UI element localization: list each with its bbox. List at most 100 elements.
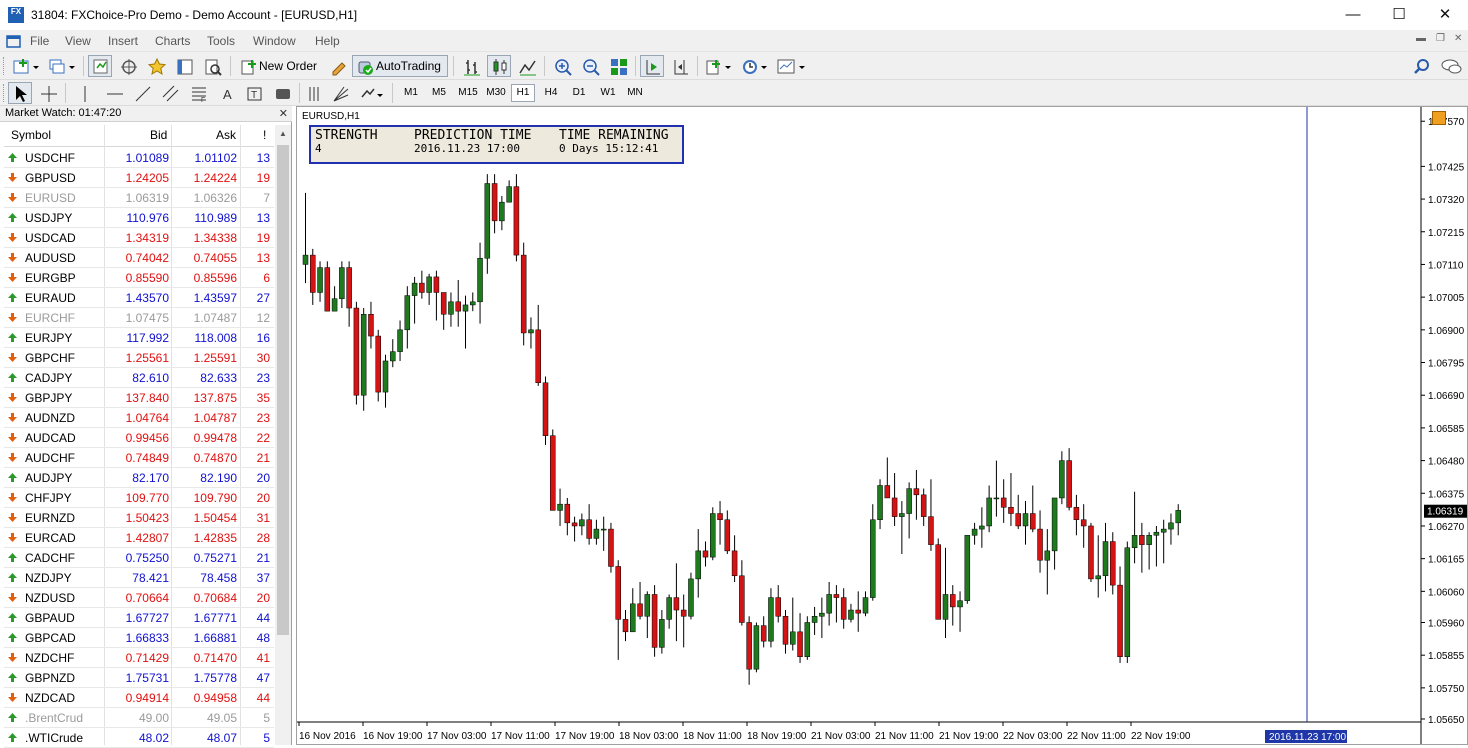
toolbar-grip[interactable] [3, 84, 6, 102]
table-row[interactable]: EURUSD 1.06319 1.06326 7 [4, 188, 274, 208]
market-watch-scrollbar[interactable]: ▲ [275, 125, 291, 745]
gann-fan-icon[interactable] [328, 82, 352, 104]
menu-tools[interactable]: Tools [207, 34, 235, 48]
chart-window-icon[interactable] [6, 33, 22, 49]
table-row[interactable]: NZDCAD 0.94914 0.94958 44 [4, 688, 274, 708]
candlestick-chart-icon[interactable] [487, 55, 511, 77]
table-row[interactable]: USDCHF 1.01089 1.01102 13 [4, 148, 274, 168]
zoom-out-icon[interactable] [578, 55, 602, 77]
templates-button[interactable] [774, 55, 808, 77]
vertical-line-tool-icon[interactable] [72, 82, 96, 104]
period-separators-icon[interactable] [303, 82, 325, 104]
lock-icon[interactable] [1432, 111, 1446, 125]
column-bid[interactable]: Bid [150, 128, 167, 142]
text-tool-icon[interactable]: A [214, 82, 238, 104]
equidistant-channel-icon[interactable] [158, 82, 182, 104]
table-row[interactable]: GBPCHF 1.25561 1.25591 30 [4, 348, 274, 368]
scroll-thumb[interactable] [277, 145, 289, 635]
chart-shift-icon[interactable] [668, 55, 692, 77]
table-row[interactable]: AUDNZD 1.04764 1.04787 23 [4, 408, 274, 428]
table-row[interactable]: .BrentCrud 49.00 49.05 5 [4, 708, 274, 728]
table-row[interactable]: AUDJPY 82.170 82.190 20 [4, 468, 274, 488]
menu-window[interactable]: Window [253, 34, 296, 48]
periods-clock-icon[interactable] [738, 55, 770, 77]
timeframe-w1[interactable]: W1 [596, 84, 620, 102]
navigator-icon[interactable] [116, 55, 140, 77]
menu-insert[interactable]: Insert [108, 34, 138, 48]
mdi-minimize-icon[interactable]: ▬ [1416, 33, 1426, 44]
table-row[interactable]: GBPJPY 137.840 137.875 35 [4, 388, 274, 408]
horizontal-line-tool-icon[interactable] [102, 82, 126, 104]
table-row[interactable]: NZDUSD 0.70664 0.70684 20 [4, 588, 274, 608]
table-row[interactable]: AUDCHF 0.74849 0.74870 21 [4, 448, 274, 468]
timeframe-m30[interactable]: M30 [483, 84, 509, 102]
search-icon[interactable] [1410, 55, 1432, 77]
close-icon[interactable]: ✕ [279, 107, 288, 122]
chat-icon[interactable] [1438, 55, 1464, 77]
table-row[interactable]: EURCAD 1.42807 1.42835 28 [4, 528, 274, 548]
column-spread[interactable]: ! [263, 128, 266, 142]
scroll-up-icon[interactable]: ▲ [275, 125, 291, 143]
terminal-panel-icon[interactable] [172, 55, 196, 77]
indicators-button[interactable] [702, 55, 734, 77]
metaeditor-icon[interactable] [326, 55, 350, 77]
table-row[interactable]: GBPUSD 1.24205 1.24224 19 [4, 168, 274, 188]
new-order-button[interactable]: New Order [236, 55, 322, 77]
menu-view[interactable]: View [65, 34, 91, 48]
arrows-dropdown-icon[interactable] [356, 82, 386, 104]
autotrading-button[interactable]: AutoTrading [352, 55, 448, 77]
table-row[interactable]: .WTICrude 48.02 48.07 5 [4, 728, 274, 748]
strategy-tester-icon[interactable] [200, 55, 224, 77]
table-row[interactable]: EURJPY 117.992 118.008 16 [4, 328, 274, 348]
cursor-tool-icon[interactable] [8, 82, 32, 104]
column-ask[interactable]: Ask [216, 128, 236, 142]
maximize-button[interactable]: ☐ [1376, 0, 1422, 30]
trendline-tool-icon[interactable] [130, 82, 154, 104]
table-row[interactable]: GBPCAD 1.66833 1.66881 48 [4, 628, 274, 648]
table-row[interactable]: EURAUD 1.43570 1.43597 27 [4, 288, 274, 308]
menu-charts[interactable]: Charts [155, 34, 190, 48]
new-chart-button[interactable] [10, 55, 42, 77]
menu-file[interactable]: File [30, 34, 49, 48]
minimize-button[interactable]: — [1330, 0, 1376, 30]
timeframe-h1[interactable]: H1 [511, 84, 535, 102]
line-chart-icon[interactable] [515, 55, 539, 77]
auto-scroll-icon[interactable] [640, 55, 664, 77]
table-row[interactable]: NZDCHF 0.71429 0.71470 41 [4, 648, 274, 668]
crosshair-tool-icon[interactable] [36, 82, 60, 104]
mdi-close-icon[interactable]: ✕ [1454, 33, 1462, 44]
table-row[interactable]: CADCHF 0.75250 0.75271 21 [4, 548, 274, 568]
timeframe-d1[interactable]: D1 [567, 84, 591, 102]
bar-chart-icon[interactable] [459, 55, 483, 77]
table-row[interactable]: NZDJPY 78.421 78.458 37 [4, 568, 274, 588]
table-row[interactable]: GBPAUD 1.67727 1.67771 44 [4, 608, 274, 628]
table-row[interactable]: CADJPY 82.610 82.633 23 [4, 368, 274, 388]
close-button[interactable]: ✕ [1422, 0, 1468, 30]
table-row[interactable]: GBPNZD 1.75731 1.75778 47 [4, 668, 274, 688]
toolbar-grip[interactable] [3, 57, 6, 75]
column-symbol[interactable]: Symbol [11, 128, 51, 142]
table-row[interactable]: CHFJPY 109.770 109.790 20 [4, 488, 274, 508]
timeframe-m1[interactable]: M1 [399, 84, 423, 102]
table-row[interactable]: AUDUSD 0.74042 0.74055 13 [4, 248, 274, 268]
timeframe-h4[interactable]: H4 [539, 84, 563, 102]
table-row[interactable]: AUDCAD 0.99456 0.99478 22 [4, 428, 274, 448]
table-row[interactable]: EURCHF 1.07475 1.07487 12 [4, 308, 274, 328]
table-row[interactable]: EURGBP 0.85590 0.85596 6 [4, 268, 274, 288]
timeframe-m5[interactable]: M5 [427, 84, 451, 102]
text-label-tool-icon[interactable]: T [242, 82, 266, 104]
table-row[interactable]: EURNZD 1.50423 1.50454 31 [4, 508, 274, 528]
table-row[interactable]: USDJPY 110.976 110.989 13 [4, 208, 274, 228]
timeframe-m15[interactable]: M15 [455, 84, 481, 102]
fibonacci-tool-icon[interactable]: F [186, 82, 210, 104]
market-watch-toggle-icon[interactable] [88, 55, 112, 77]
table-row[interactable]: USDCAD 1.34319 1.34338 19 [4, 228, 274, 248]
favorites-star-icon[interactable] [144, 55, 168, 77]
profiles-button[interactable] [46, 55, 78, 77]
tile-windows-icon[interactable] [606, 55, 630, 77]
zoom-in-icon[interactable] [550, 55, 574, 77]
timeframe-mn[interactable]: MN [623, 84, 647, 102]
candlestick-chart[interactable]: 1.075701.074251.073201.072151.071101.070… [297, 107, 1467, 744]
mdi-restore-icon[interactable]: ❐ [1436, 33, 1445, 44]
rectangle-tool-icon[interactable] [270, 82, 294, 104]
